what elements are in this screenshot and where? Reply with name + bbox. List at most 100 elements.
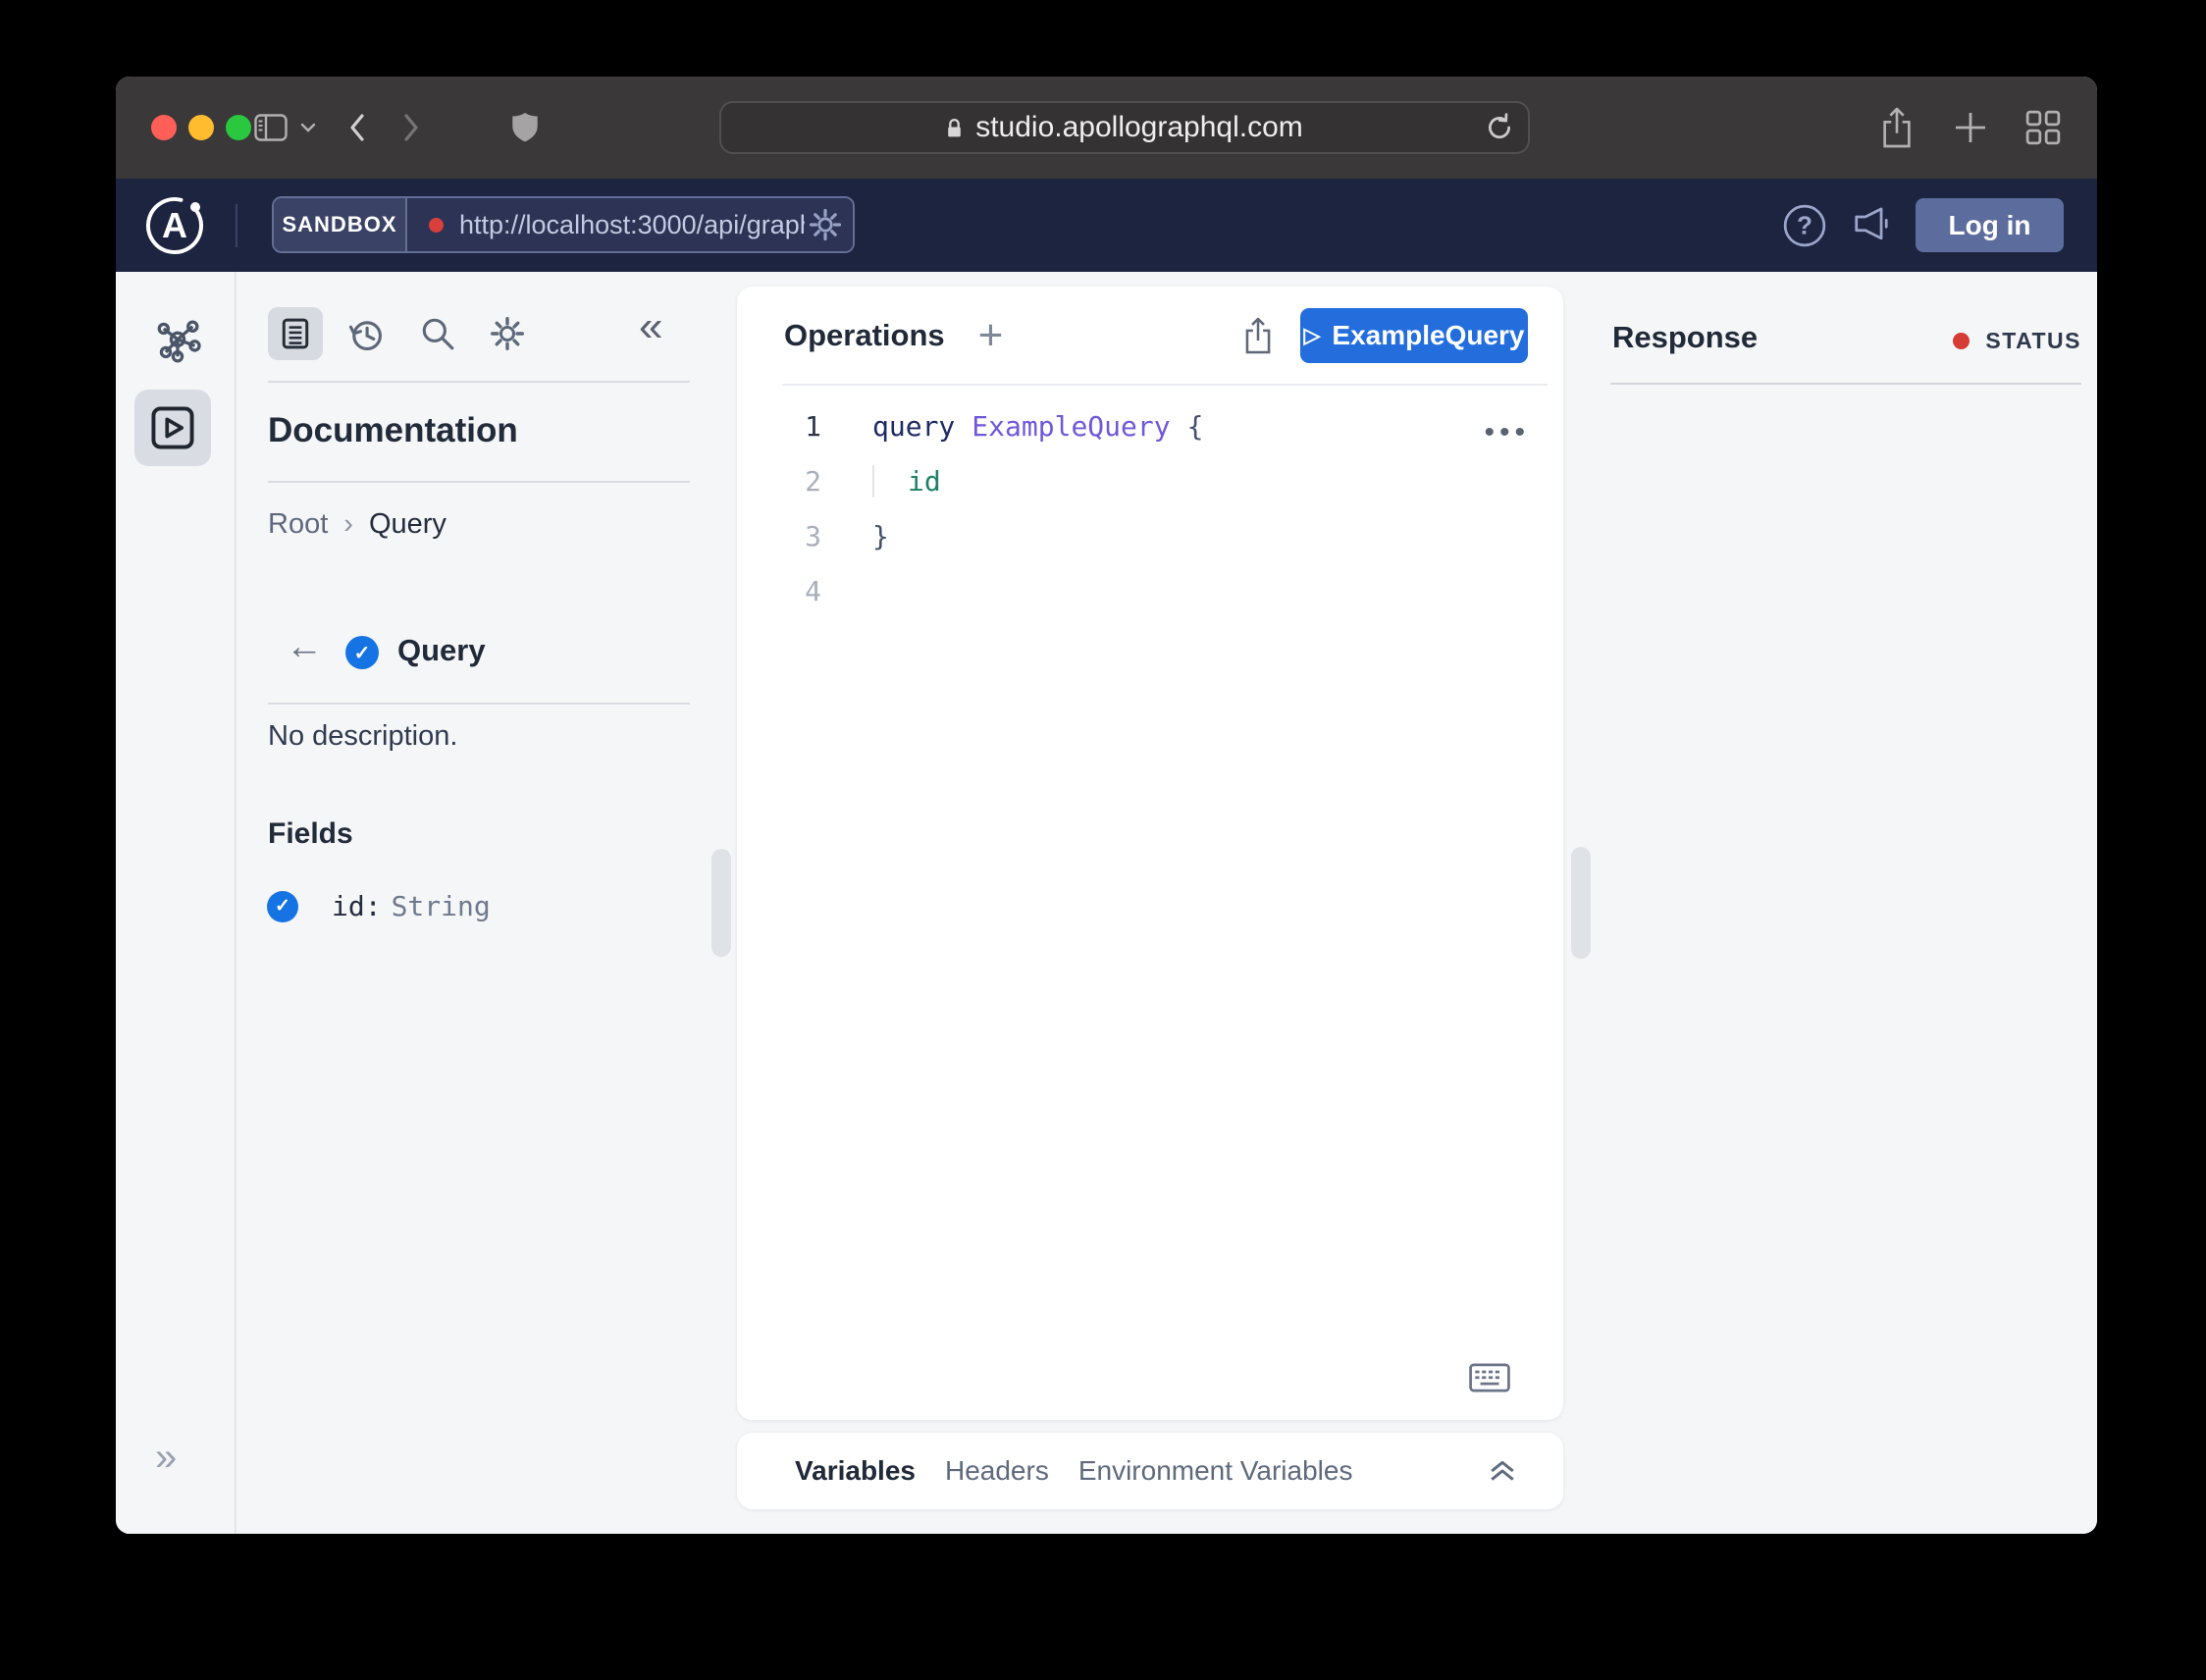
status-dot	[1953, 333, 1970, 349]
forward-button-icon[interactable]	[401, 113, 421, 142]
collapse-docs-chevron[interactable]: «	[639, 305, 662, 348]
close-window-button[interactable]	[151, 115, 177, 140]
type-heading: Query	[397, 633, 486, 668]
zoom-window-button[interactable]	[226, 115, 251, 140]
minimize-window-button[interactable]	[188, 115, 214, 140]
code-brace: {	[1187, 410, 1204, 443]
field-type-link[interactable]: String	[392, 890, 491, 922]
tab-variables[interactable]: Variables	[795, 1455, 916, 1487]
explorer-nav-button[interactable]	[134, 390, 211, 466]
login-button[interactable]: Log in	[1916, 198, 2064, 252]
status-label: STATUS	[1985, 328, 2081, 354]
sidebar-menu-chevron-icon[interactable]	[300, 123, 316, 132]
operations-header: Operations + ▷ ExampleQuery	[737, 287, 1563, 384]
apollo-logo[interactable]: A	[143, 194, 206, 257]
divider	[1610, 383, 2081, 385]
divider	[268, 381, 690, 383]
query-check-toggle[interactable]: ✓	[345, 636, 379, 669]
tab-headers[interactable]: Headers	[945, 1455, 1049, 1487]
address-url: studio.apollographql.com	[975, 111, 1303, 144]
code-line: 2 id	[737, 453, 1563, 508]
play-icon: ▷	[1303, 323, 1320, 348]
docs-tab-button[interactable]	[268, 307, 323, 360]
address-bar[interactable]: studio.apollographql.com	[719, 101, 1530, 154]
operations-column: Operations + ▷ ExampleQuery	[737, 272, 1563, 1534]
indent-guide	[872, 465, 874, 498]
code-line: 1 query ExampleQuery {	[737, 398, 1563, 453]
svg-text:?: ?	[1797, 210, 1812, 239]
help-icon[interactable]: ?	[1782, 203, 1827, 248]
docs-scrollbar-thumb[interactable]	[711, 849, 731, 957]
code-brace: }	[872, 520, 889, 552]
search-tab-icon[interactable]	[419, 315, 456, 352]
run-query-label: ExampleQuery	[1332, 320, 1524, 351]
operation-menu-icon[interactable]: •••	[1484, 416, 1530, 449]
field-check-toggle[interactable]: ✓	[267, 891, 298, 922]
line-number: 3	[737, 520, 821, 552]
response-panel: Response STATUS	[1563, 272, 2097, 1534]
main-content: »	[116, 272, 2097, 1534]
line-number: 2	[737, 465, 821, 498]
share-icon[interactable]	[1878, 105, 1916, 150]
sandbox-badge: SANDBOX	[274, 198, 407, 251]
endpoint-url: http://localhost:3000/api/graphql	[459, 210, 805, 240]
status-badge: STATUS	[1953, 328, 2081, 354]
announcements-icon[interactable]	[1851, 205, 1896, 244]
code-line: 4	[737, 563, 1563, 618]
response-title: Response	[1612, 320, 1758, 355]
sidebar-toggle-icon[interactable]	[254, 114, 288, 141]
new-tab-icon[interactable]	[1953, 110, 1988, 145]
browser-window: studio.apollographql.com A	[116, 77, 2097, 1534]
fields-heading: Fields	[268, 817, 353, 851]
add-operation-button[interactable]: +	[978, 314, 1004, 357]
expand-panel-chevron-icon[interactable]	[1489, 1459, 1516, 1483]
studio-header: A SANDBOX http://localhost:3000/api/grap…	[116, 179, 2097, 272]
tab-overview-icon[interactable]	[2025, 110, 2061, 145]
breadcrumb: Root › Query	[268, 508, 446, 541]
svg-text:A: A	[162, 205, 187, 245]
operations-title: Operations	[784, 318, 945, 353]
breadcrumb-current: Query	[369, 508, 446, 541]
settings-tab-icon[interactable]	[489, 315, 526, 352]
run-query-button[interactable]: ▷ ExampleQuery	[1300, 308, 1528, 363]
code-keyword: query	[872, 410, 955, 443]
code-operation-name: ExampleQuery	[972, 410, 1170, 443]
field-row: ✓ id: String	[267, 890, 491, 922]
history-tab-icon[interactable]	[346, 315, 386, 354]
header-divider	[236, 204, 237, 247]
explorer-play-icon	[150, 405, 195, 450]
breadcrumb-separator-icon: ›	[343, 508, 353, 541]
docs-back-icon[interactable]: ←	[286, 628, 323, 665]
docs-panel-title: Documentation	[268, 411, 518, 450]
privacy-shield-icon[interactable]	[512, 113, 538, 142]
tab-environment-variables[interactable]: Environment Variables	[1078, 1455, 1353, 1487]
breadcrumb-root[interactable]: Root	[268, 508, 328, 541]
operations-panel: Operations + ▷ ExampleQuery	[737, 287, 1563, 1420]
document-icon	[282, 318, 309, 349]
field-name[interactable]: id:	[332, 890, 382, 922]
divider	[268, 703, 690, 705]
response-scrollbar-thumb[interactable]	[1571, 847, 1591, 959]
line-number: 1	[737, 410, 821, 443]
graph-nav-icon[interactable]	[154, 318, 201, 365]
reload-icon[interactable]	[1485, 113, 1514, 142]
code-field: id	[908, 465, 941, 498]
divider	[268, 481, 690, 483]
keyboard-shortcuts-icon[interactable]	[1469, 1363, 1510, 1392]
code-line: 3 }	[737, 508, 1563, 563]
connection-settings-icon[interactable]	[808, 207, 843, 242]
secondary-tabs-panel: Variables Headers Environment Variables	[737, 1433, 1563, 1509]
sandbox-endpoint-control: SANDBOX http://localhost:3000/api/graphq…	[272, 196, 855, 253]
left-nav-rail: »	[116, 272, 236, 1534]
browser-toolbar: studio.apollographql.com	[116, 77, 2097, 179]
documentation-panel: « Documentation Root › Query ← ✓ Query N…	[236, 272, 737, 1534]
endpoint-status-dot	[429, 218, 444, 233]
share-operation-icon[interactable]	[1241, 315, 1275, 356]
back-button-icon[interactable]	[347, 113, 367, 142]
query-editor[interactable]: 1 query ExampleQuery { 2 id	[737, 386, 1563, 1420]
expand-rail-chevron[interactable]: »	[155, 1438, 177, 1477]
lock-icon	[946, 118, 963, 138]
type-description: No description.	[268, 720, 457, 753]
line-number: 4	[737, 575, 821, 607]
endpoint-input[interactable]: http://localhost:3000/api/graphql	[407, 198, 853, 251]
